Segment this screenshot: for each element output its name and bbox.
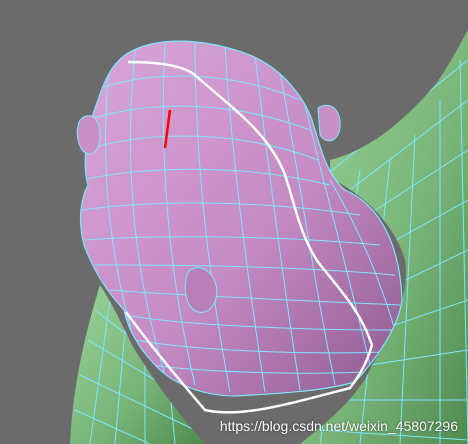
watermark-text: https://blog.csdn.net/weixin_45807296: [219, 418, 458, 434]
3d-viewport[interactable]: https://blog.csdn.net/weixin_45807296: [0, 0, 468, 444]
mesh-render[interactable]: [0, 0, 468, 444]
